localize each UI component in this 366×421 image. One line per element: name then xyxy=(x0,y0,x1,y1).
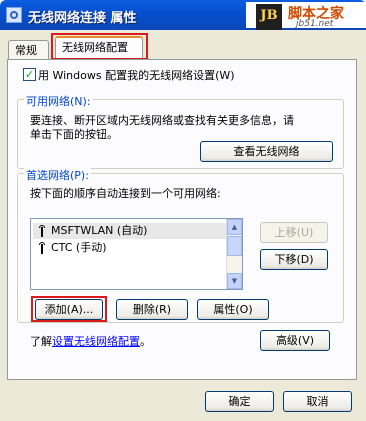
use-windows-config-label[interactable]: 用 Windows 配置我的无线网络设置(W) xyxy=(38,67,235,83)
list-scrollbar[interactable]: ▲ ▼ xyxy=(226,219,242,289)
list-item-label: CTC (手动) xyxy=(51,241,107,254)
scroll-up-button[interactable]: ▲ xyxy=(227,219,242,235)
advanced-button[interactable]: 高级(V) xyxy=(260,330,330,351)
antenna-icon xyxy=(37,225,47,237)
list-item-label: MSFTWLAN (自动) xyxy=(51,224,148,237)
move-up-button[interactable]: 上移(U) xyxy=(260,222,328,243)
preferred-networks-legend: 首选网络(P): xyxy=(24,167,91,183)
list-item[interactable]: MSFTWLAN (自动) xyxy=(33,223,238,239)
add-button[interactable]: 添加(A)... xyxy=(35,299,103,320)
learn-more-text: 了解设置无线网络配置。 xyxy=(30,333,151,349)
watermark-badge: JB xyxy=(256,4,282,30)
learn-more-link[interactable]: 设置无线网络配置 xyxy=(52,335,140,348)
use-windows-config-checkbox[interactable]: ✓ xyxy=(23,68,36,81)
properties-button[interactable]: 属性(O) xyxy=(197,299,269,320)
window-title: 无线网络连接 属性 xyxy=(28,11,137,26)
learn-more-suffix: 。 xyxy=(140,335,151,348)
cancel-button[interactable]: 取消 xyxy=(283,391,352,412)
tab-wireless-config[interactable]: 无线网络配置 xyxy=(55,36,143,59)
move-down-button[interactable]: 下移(D) xyxy=(260,249,328,270)
title-bar[interactable]: 无线网络连接 属性 JB 脚本之家 jb51.net xyxy=(0,0,366,30)
antenna-icon xyxy=(37,242,47,254)
scroll-down-button[interactable]: ▼ xyxy=(227,273,242,289)
preferred-networks-list[interactable]: MSFTWLAN (自动) CTC (手动) ▲ ▼ xyxy=(30,218,243,290)
network-connection-icon xyxy=(6,7,22,23)
watermark-url: jb51.net xyxy=(296,19,334,29)
preferred-networks-description: 按下面的顺序自动连接到一个可用网络: xyxy=(30,187,221,200)
list-item[interactable]: CTC (手动) xyxy=(33,240,238,256)
ok-button[interactable]: 确定 xyxy=(205,391,274,412)
scroll-thumb[interactable] xyxy=(227,236,242,256)
tab-general[interactable]: 常规 xyxy=(8,40,49,60)
remove-button[interactable]: 删除(R) xyxy=(116,299,188,320)
available-networks-description-2: 单击下面的按钮。 xyxy=(30,128,118,141)
watermark-logo: JB 脚本之家 jb51.net xyxy=(246,2,366,30)
view-wireless-networks-button[interactable]: 查看无线网络 xyxy=(200,141,333,162)
available-networks-legend: 可用网络(N): xyxy=(24,93,93,109)
learn-more-prefix: 了解 xyxy=(30,335,52,348)
